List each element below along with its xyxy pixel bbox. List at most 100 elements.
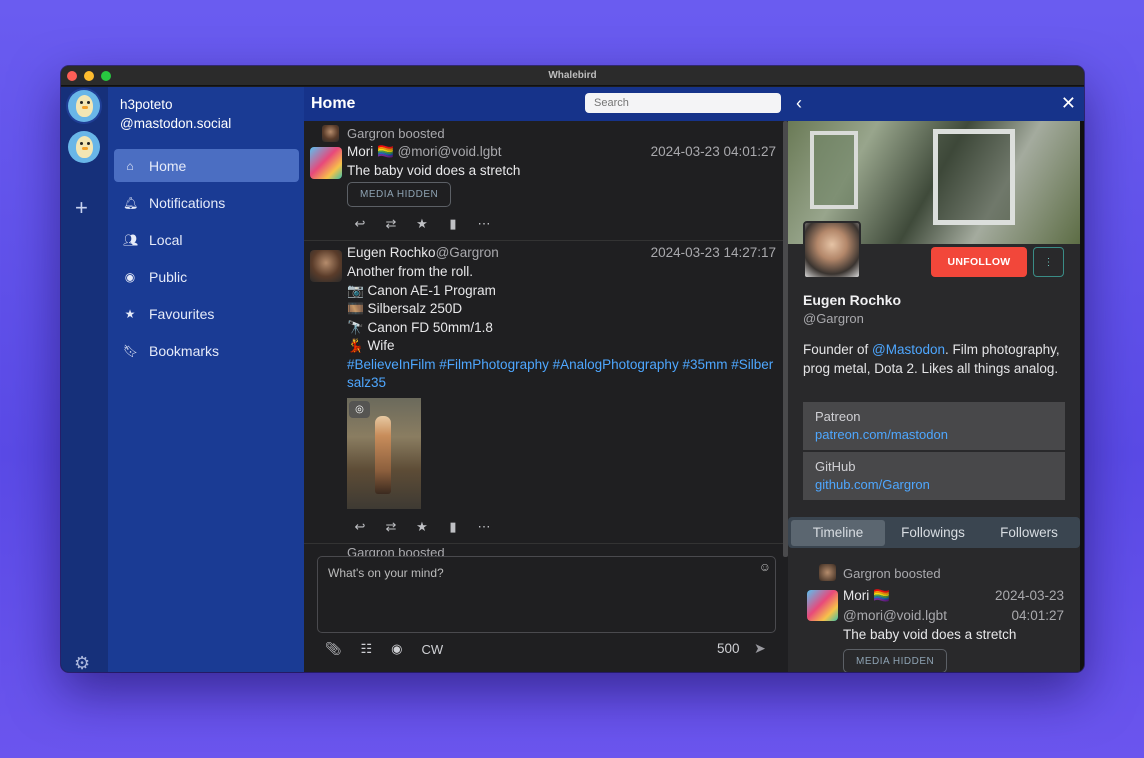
favourite-icon[interactable]: ★ — [414, 216, 430, 232]
attachment-icon[interactable]: 📎︎ — [325, 641, 342, 657]
app-window: Whalebird + ⚙ h3poteto @mastodon.social … — [61, 66, 1084, 672]
author-name[interactable]: Mori 🏳️‍🌈 — [347, 144, 398, 159]
avatar[interactable] — [310, 147, 342, 179]
author-name[interactable]: Mori 🏳️‍🌈 — [843, 588, 890, 603]
tab-followers[interactable]: Followers — [981, 520, 1077, 546]
media-hidden-button[interactable]: MEDIA HIDDEN — [347, 182, 452, 207]
field-name: GitHub — [815, 459, 856, 474]
more-icon[interactable]: ⋯ — [476, 519, 492, 535]
content-line: 📷 Canon AE-1 Program — [347, 282, 496, 298]
page-title: Home — [311, 95, 356, 112]
search-input[interactable] — [585, 93, 781, 113]
profile-avatar[interactable] — [803, 221, 861, 279]
more-icon[interactable]: ⋯ — [476, 216, 492, 232]
author-handle[interactable]: @mori@void.lgbt — [843, 608, 947, 623]
sidebar-item-label: Home — [149, 157, 187, 174]
character-count: 500 — [717, 641, 740, 656]
reply-icon[interactable]: ↩ — [352, 519, 368, 535]
globe-icon: ◉ — [124, 269, 136, 284]
more-options-button[interactable]: ⋮ — [1033, 247, 1064, 277]
globe-icon[interactable]: ◉ — [391, 641, 402, 657]
author-handle[interactable]: @Gargron — [436, 245, 499, 260]
hashtags[interactable]: #BelieveInFilm #FilmPhotography #AnalogP… — [347, 356, 779, 393]
tab-timeline[interactable]: Timeline — [791, 519, 885, 546]
author-handle[interactable]: @mori@void.lgbt — [398, 144, 502, 159]
bookmark-icon[interactable]: ▮ — [445, 519, 461, 535]
star-icon: ★ — [124, 306, 136, 321]
status-time[interactable]: 2024-03-23 04:01:27 — [651, 144, 776, 159]
back-icon[interactable]: ‹ — [796, 93, 802, 114]
minimize-window-button[interactable] — [84, 71, 94, 81]
account-avatar[interactable] — [68, 90, 100, 122]
status-header: Mori 🏳️‍🌈 @mori@void.lgbt — [843, 586, 963, 626]
maximize-window-button[interactable] — [101, 71, 111, 81]
profile-panel: ‹ ✕ UNFOLLOW ⋮ Eugen Rochko @Gargron Fou… — [788, 87, 1084, 672]
reply-icon[interactable]: ↩ — [352, 216, 368, 232]
account-server: @mastodon.social — [120, 116, 232, 131]
window-title: Whalebird — [548, 70, 597, 81]
profile-scrollbar[interactable] — [1080, 121, 1084, 672]
account-avatar-secondary[interactable] — [68, 131, 100, 163]
status-header: Mori 🏳️‍🌈 @mori@void.lgbt — [347, 144, 502, 160]
booster-avatar[interactable] — [322, 125, 339, 142]
profile-name: Eugen Rochko — [803, 292, 902, 308]
account-info: h3poteto @mastodon.social — [120, 95, 231, 133]
compose-input[interactable] — [318, 557, 775, 632]
media-hidden-button[interactable]: MEDIA HIDDEN — [843, 649, 948, 672]
gear-icon[interactable]: ⚙ — [74, 653, 90, 672]
status-time[interactable]: 2024-03-23 04:01:27 — [974, 586, 1064, 626]
close-icon[interactable]: ✕ — [1061, 93, 1076, 114]
booster-avatar[interactable] — [819, 564, 836, 581]
avatar[interactable] — [807, 590, 838, 621]
title-bar: Whalebird — [61, 66, 1084, 86]
eye-slash-icon[interactable]: ◎ — [349, 401, 370, 418]
emoji-icon[interactable]: ☺ — [759, 560, 771, 574]
status-item[interactable]: Eugen Rochko@Gargron 2024-03-23 14:27:17… — [304, 241, 784, 544]
profile-bio: Founder of @Mastodon. Film photography, … — [803, 340, 1073, 378]
sidebar-item-favourites[interactable]: ★ Favourites — [114, 297, 299, 330]
unfollow-button[interactable]: UNFOLLOW — [931, 247, 1027, 277]
reblog-icon[interactable]: ⇄ — [383, 216, 399, 232]
sidebar-item-notifications[interactable]: 🔔︎ Notifications — [114, 186, 299, 219]
status-content: The baby void does a stretch — [347, 163, 521, 178]
send-icon[interactable]: ➤ — [754, 640, 766, 657]
avatar[interactable] — [310, 250, 342, 282]
home-icon: ⌂ — [126, 158, 134, 173]
favourite-icon[interactable]: ★ — [414, 519, 430, 535]
users-icon: 👥︎ — [123, 232, 139, 247]
boosted-by-text: Gargron boosted — [843, 566, 941, 581]
content-line: 🔭 Canon FD 50mm/1.8 — [347, 319, 493, 335]
account-name: h3poteto — [120, 97, 173, 112]
close-window-button[interactable] — [67, 71, 77, 81]
author-name[interactable]: Eugen Rochko — [347, 245, 436, 260]
content-line: Another from the roll. — [347, 264, 474, 279]
boost-indicator: Gargron boosted — [322, 125, 445, 142]
field-link[interactable]: patreon.com/mastodon — [815, 427, 1053, 442]
status-content: The baby void does a stretch — [843, 627, 1017, 642]
reblog-icon[interactable]: ⇄ — [383, 519, 399, 535]
account-rail: + ⚙ — [61, 87, 108, 672]
profile-field: GitHub github.com/Gargron — [803, 452, 1065, 500]
content-line: 💃 Wife — [347, 338, 395, 353]
bookmark-icon: 🔖︎ — [123, 343, 139, 358]
status-time[interactable]: 2024-03-23 14:27:17 — [651, 245, 776, 260]
media-attachment[interactable]: ◎ — [347, 398, 421, 509]
field-link[interactable]: github.com/Gargron — [815, 477, 1053, 492]
bio-mention-link[interactable]: @Mastodon — [872, 342, 945, 357]
field-name: Patreon — [815, 409, 861, 424]
compose-box: ☺ — [317, 556, 776, 633]
home-timeline: Home Gargron boosted Mori 🏳️‍🌈 @mori@voi… — [304, 87, 788, 672]
sidebar-item-public[interactable]: ◉ Public — [114, 260, 299, 293]
sidebar-item-local[interactable]: 👥︎ Local — [114, 223, 299, 256]
bell-icon: 🔔︎ — [123, 195, 139, 210]
poll-icon[interactable]: ☷ — [361, 641, 373, 657]
sidebar-item-label: Favourites — [149, 305, 215, 322]
tab-followings[interactable]: Followings — [885, 520, 981, 546]
sidebar-item-label: Bookmarks — [149, 342, 220, 359]
status-item[interactable]: Gargron boosted Mori 🏳️‍🌈 @mori@void.lgb… — [304, 121, 784, 241]
sidebar-item-home[interactable]: ⌂ Home — [114, 149, 299, 182]
bookmark-icon[interactable]: ▮ — [445, 216, 461, 232]
add-account-icon[interactable]: + — [75, 197, 88, 219]
sidebar-item-bookmarks[interactable]: 🔖︎ Bookmarks — [114, 334, 299, 367]
cw-button[interactable]: CW — [422, 642, 444, 657]
